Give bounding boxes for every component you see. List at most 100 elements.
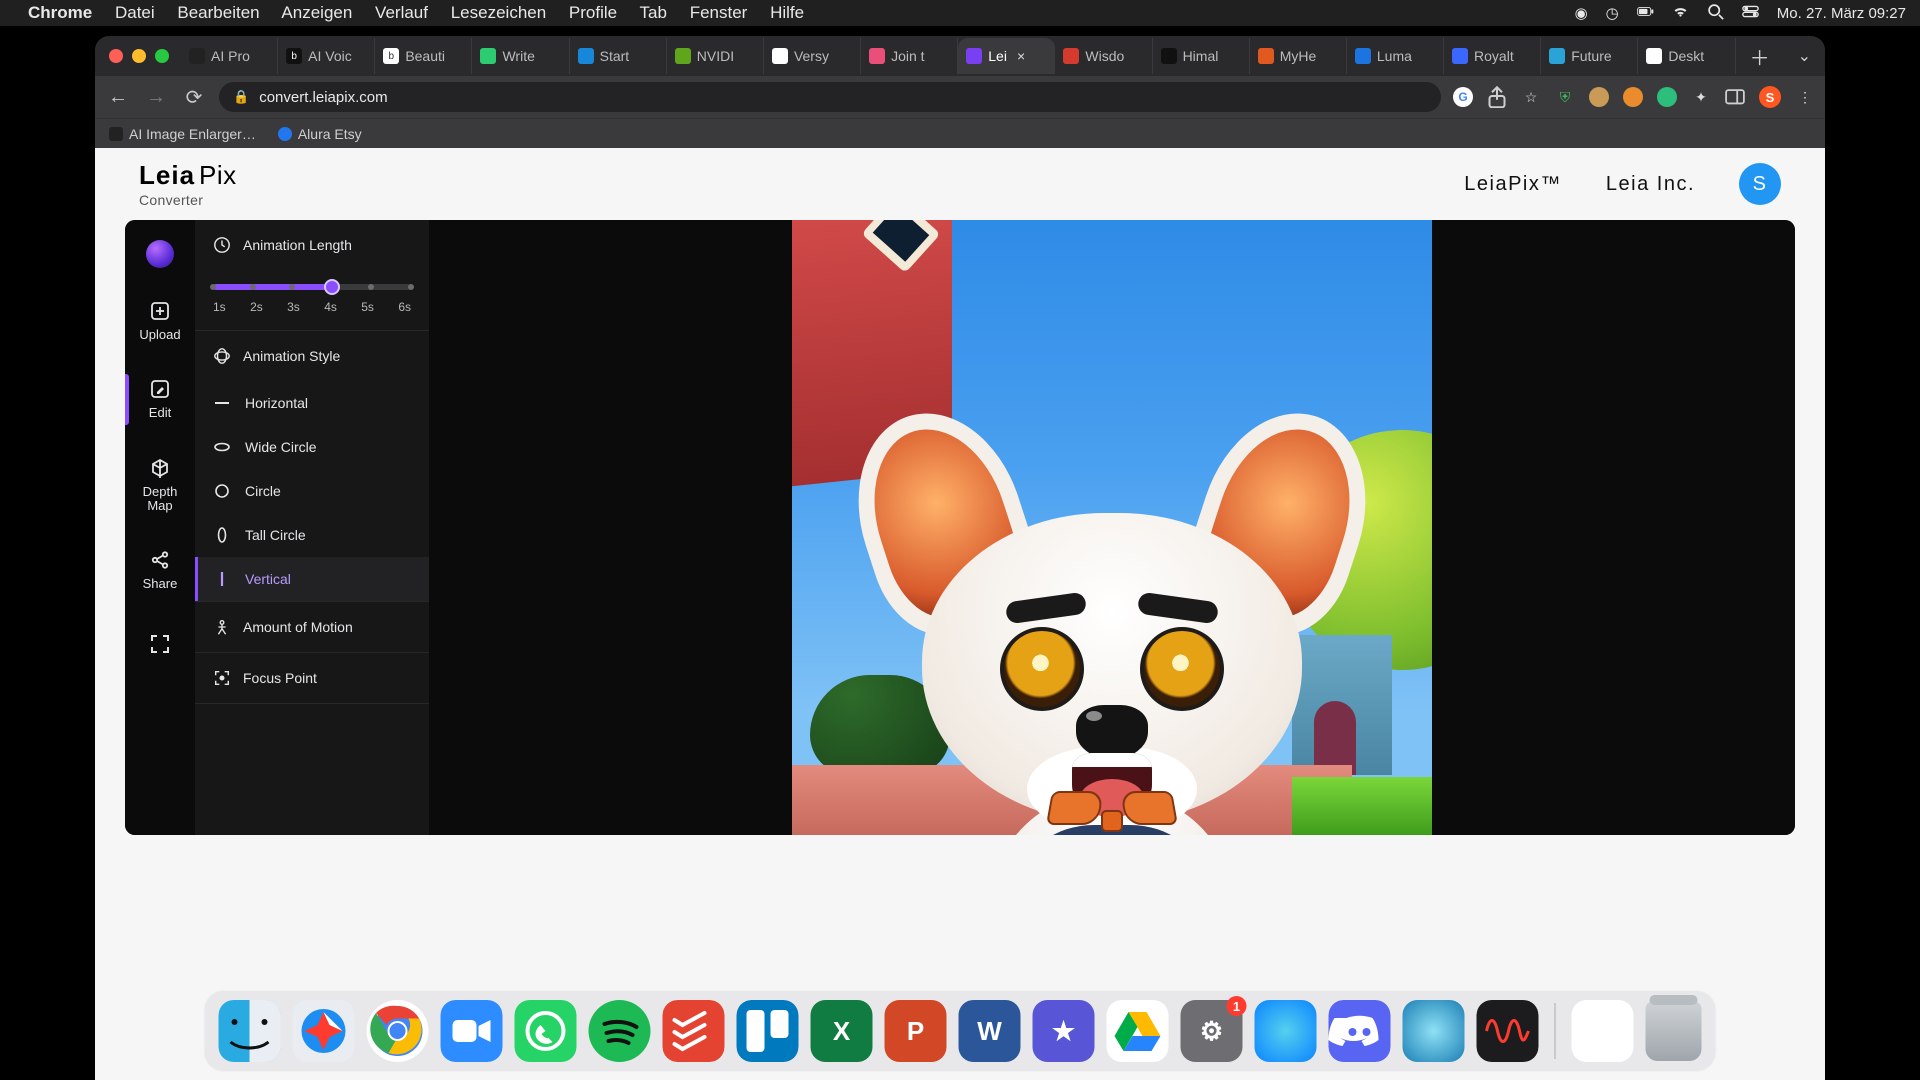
dock-app-siri[interactable]: [1255, 1000, 1317, 1062]
forward-button[interactable]: →: [143, 86, 169, 109]
menubar-item[interactable]: Bearbeiten: [177, 3, 259, 22]
dock-app-settings[interactable]: ⚙1: [1181, 1000, 1243, 1062]
address-bar[interactable]: 🔒 convert.leiapix.com: [219, 82, 1441, 112]
side-panel-icon[interactable]: [1725, 87, 1745, 107]
user-avatar[interactable]: S: [1739, 163, 1781, 205]
new-tab-button[interactable]: ＋: [1736, 42, 1784, 71]
logo[interactable]: LeiaPix Converter: [139, 160, 237, 208]
dock-app-quicktime[interactable]: [1403, 1000, 1465, 1062]
dock-app-voice-memos[interactable]: [1477, 1000, 1539, 1062]
tab[interactable]: MyHe: [1250, 38, 1347, 74]
dock-recent-item[interactable]: [1572, 1000, 1634, 1062]
record-icon[interactable]: ◉: [1575, 4, 1588, 22]
section-animation-length[interactable]: Animation Length: [195, 220, 429, 270]
menubar-clock[interactable]: Mo. 27. März 09:27: [1777, 5, 1906, 22]
tab[interactable]: bBeauti: [375, 38, 472, 74]
maximize-window-button[interactable]: [155, 49, 169, 63]
tab[interactable]: Start: [570, 38, 667, 74]
battery-icon[interactable]: [1637, 3, 1654, 24]
animation-length-slider[interactable]: [213, 284, 411, 290]
search-icon[interactable]: [1707, 3, 1724, 24]
dock-app-imovie[interactable]: ★: [1033, 1000, 1095, 1062]
tab[interactable]: NVIDI: [667, 38, 764, 74]
menubar-item[interactable]: Lesezeichen: [451, 3, 546, 22]
bookmark-item[interactable]: AI Image Enlarger…: [109, 126, 256, 142]
control-center-icon[interactable]: [1742, 3, 1759, 24]
minimize-window-button[interactable]: [132, 49, 146, 63]
dock-app-drive[interactable]: [1107, 1000, 1169, 1062]
close-window-button[interactable]: [109, 49, 123, 63]
section-animation-style[interactable]: Animation Style: [195, 331, 429, 381]
dock-app-trello[interactable]: [737, 1000, 799, 1062]
close-tab-icon[interactable]: ×: [1017, 48, 1025, 64]
menubar-item[interactable]: Hilfe: [770, 3, 804, 22]
tab[interactable]: bAI Voic: [278, 38, 375, 74]
nav-upload[interactable]: Upload: [125, 296, 195, 346]
tab[interactable]: AI Pro: [181, 38, 278, 74]
style-option-circle[interactable]: Circle: [195, 469, 429, 513]
tab[interactable]: Versy: [764, 38, 861, 74]
canvas[interactable]: [429, 220, 1795, 835]
tab[interactable]: Future: [1541, 38, 1638, 74]
style-option-vertical[interactable]: Vertical: [195, 557, 429, 601]
extension-shield-icon[interactable]: ⛨: [1555, 87, 1575, 107]
brand-orb[interactable]: [146, 240, 174, 268]
profile-avatar[interactable]: S: [1759, 86, 1781, 108]
tab[interactable]: Write: [472, 38, 569, 74]
dock-app-todoist[interactable]: [663, 1000, 725, 1062]
style-option-horizontal[interactable]: Horizontal: [195, 381, 429, 425]
favicon: [1355, 48, 1371, 64]
menubar-item[interactable]: Verlauf: [375, 3, 428, 22]
dock-app-zoom[interactable]: [441, 1000, 503, 1062]
chrome-menu-icon[interactable]: ⋮: [1795, 87, 1815, 107]
header-link-leiapix[interactable]: LeiaPix™: [1464, 173, 1562, 196]
bookmark-item[interactable]: Alura Etsy: [278, 126, 362, 142]
dock-app-finder[interactable]: [219, 1000, 281, 1062]
tab[interactable]: Royalt: [1444, 38, 1541, 74]
section-focus-point[interactable]: Focus Point: [195, 653, 429, 703]
dock-app-excel[interactable]: X: [811, 1000, 873, 1062]
tab[interactable]: Wisdo: [1055, 38, 1152, 74]
extension-icon-1[interactable]: [1589, 87, 1609, 107]
nav-depth-map[interactable]: Depth Map: [125, 453, 195, 518]
vertical-icon: [213, 570, 231, 588]
dock-app-safari[interactable]: [293, 1000, 355, 1062]
dock-app-whatsapp[interactable]: [515, 1000, 577, 1062]
dock-app-word[interactable]: W: [959, 1000, 1021, 1062]
dock-app-powerpoint[interactable]: P: [885, 1000, 947, 1062]
dock-app-discord[interactable]: [1329, 1000, 1391, 1062]
menubar-item[interactable]: Profile: [569, 3, 617, 22]
translate-icon[interactable]: G: [1453, 87, 1473, 107]
menubar-item[interactable]: Tab: [640, 3, 667, 22]
wifi-icon[interactable]: [1672, 3, 1689, 24]
tab[interactable]: Deskt: [1638, 38, 1735, 74]
reload-button[interactable]: ⟳: [181, 85, 207, 110]
menubar-app[interactable]: Chrome: [28, 3, 92, 22]
nav-edit[interactable]: Edit: [125, 374, 195, 424]
slider-ticks: 1s2s3s4s5s6s: [213, 300, 411, 314]
bookmark-star-icon[interactable]: ☆: [1521, 87, 1541, 107]
tab[interactable]: Join t: [861, 38, 958, 74]
menubar-item[interactable]: Fenster: [690, 3, 748, 22]
tab[interactable]: Himal: [1153, 38, 1250, 74]
share-icon[interactable]: [1487, 87, 1507, 107]
dock-app-spotify[interactable]: [589, 1000, 651, 1062]
extension-icon-3[interactable]: [1657, 87, 1677, 107]
extension-icon-2[interactable]: [1623, 87, 1643, 107]
back-button[interactable]: ←: [105, 86, 131, 109]
header-link-leia-inc[interactable]: Leia Inc.: [1606, 173, 1695, 196]
nav-share[interactable]: Share: [125, 545, 195, 595]
tab[interactable]: Lei×: [958, 38, 1055, 74]
dock-app-chrome[interactable]: [367, 1000, 429, 1062]
section-amount-of-motion[interactable]: Amount of Motion: [195, 602, 429, 652]
all-tabs-button[interactable]: ⌄: [1784, 46, 1825, 66]
tab[interactable]: Luma: [1347, 38, 1444, 74]
dock-trash[interactable]: [1646, 1001, 1702, 1061]
style-option-wide-circle[interactable]: Wide Circle: [195, 425, 429, 469]
style-option-tall-circle[interactable]: Tall Circle: [195, 513, 429, 557]
stopwatch-icon[interactable]: ◷: [1606, 4, 1619, 22]
menubar-item[interactable]: Datei: [115, 3, 155, 22]
nav-fullscreen[interactable]: [125, 629, 195, 659]
extensions-icon[interactable]: ✦: [1691, 87, 1711, 107]
menubar-item[interactable]: Anzeigen: [281, 3, 352, 22]
